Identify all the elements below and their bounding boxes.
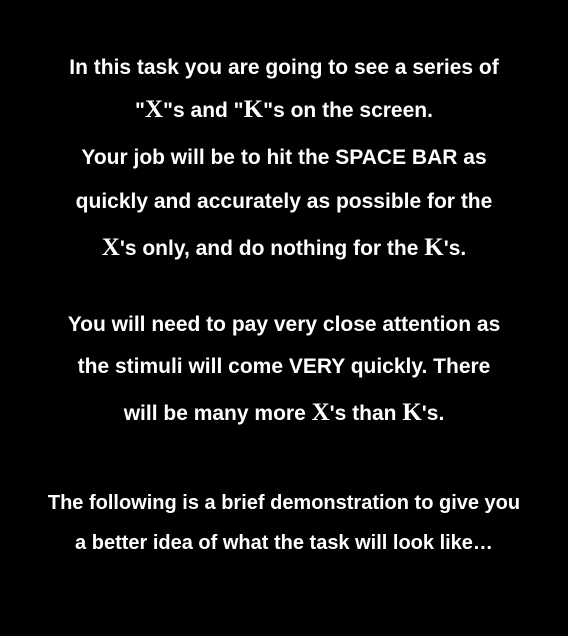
instruction-text: "s and " bbox=[163, 99, 244, 122]
stimulus-k-letter: K bbox=[424, 234, 444, 261]
instruction-line-4: quickly and accurately as possible for t… bbox=[75, 190, 493, 213]
instruction-text: 's only, and do nothing for the bbox=[119, 237, 425, 260]
instruction-line-1: In this task you are going to see a seri… bbox=[69, 56, 499, 79]
instruction-line-10: a better idea of what the task will look… bbox=[75, 532, 493, 554]
instruction-text: will be many more bbox=[123, 402, 312, 425]
instruction-line-5: X's only, and do nothing for the K's. bbox=[0, 234, 568, 263]
instruction-text: "s on the screen. bbox=[263, 99, 433, 122]
instruction-line-8: will be many more X's than K's. bbox=[0, 399, 568, 428]
stimulus-x-letter: X bbox=[101, 234, 120, 261]
instruction-line-7: the stimuli will come VERY quickly. Ther… bbox=[77, 355, 491, 378]
stimulus-x-letter: X bbox=[311, 399, 330, 426]
instruction-text: 's. bbox=[443, 237, 467, 260]
instruction-screen: In this task you are going to see a seri… bbox=[0, 0, 568, 636]
instruction-line-3: Your job will be to hit the SPACE BAR as bbox=[81, 146, 487, 169]
stimulus-x-letter: X bbox=[144, 96, 164, 123]
instruction-line-6: You will need to pay very close attentio… bbox=[67, 313, 501, 336]
instruction-text: 's. bbox=[421, 402, 445, 425]
instruction-line-2: "X"s and "K"s on the screen. bbox=[0, 96, 568, 125]
instruction-text: 's than bbox=[329, 402, 403, 425]
stimulus-k-letter: K bbox=[243, 96, 264, 123]
instruction-line-9: The following is a brief demonstration t… bbox=[47, 492, 521, 514]
stimulus-k-letter: K bbox=[402, 399, 422, 426]
quote-open: " bbox=[135, 99, 145, 122]
